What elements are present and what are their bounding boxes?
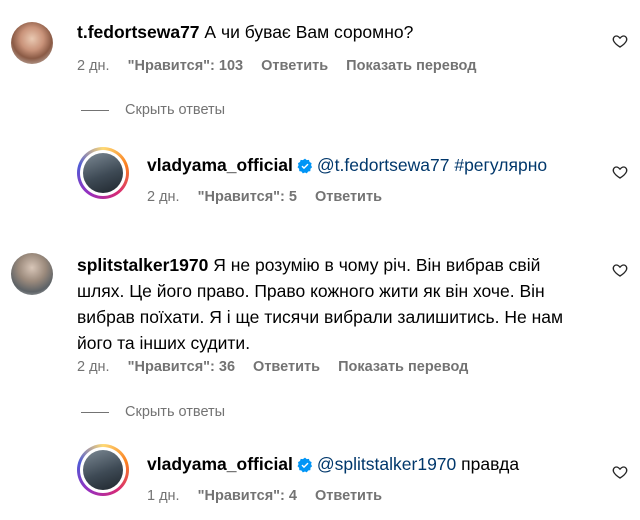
heart-icon[interactable] [612,464,628,480]
comment-time: 2 дн. [77,58,110,74]
heart-icon[interactable] [612,33,628,49]
hide-replies-label[interactable]: Скрыть ответы [125,404,225,420]
comment-time: 2 дн. [77,359,110,375]
comment-1: t.fedortsewa77 А чи буває Вам соромно? 2… [0,0,640,90]
likes-count[interactable]: "Нравится": 5 [198,189,297,205]
avatar[interactable] [77,444,129,496]
divider [81,109,109,111]
comment-body: t.fedortsewa77 А чи буває Вам соромно? [77,19,413,45]
reply-text: правда [461,454,520,474]
translate-button[interactable]: Показать перевод [338,359,468,375]
reply-1: vladyama_official @t.fedortsewa77 #регуля… [0,140,640,220]
likes-count[interactable]: "Нравится": 103 [128,58,243,74]
reply-mention[interactable]: @t.fedortsewa77 [317,155,450,175]
reply-username[interactable]: vladyama_official [147,155,293,175]
reply-body: vladyama_official @splitstalker1970 правд… [147,451,519,477]
avatar[interactable] [11,22,53,64]
reply-body: vladyama_official @t.fedortsewa77 #регуля… [147,152,547,178]
verified-badge-icon [297,158,312,174]
reply-time: 2 дн. [147,189,180,205]
comment-text-line: Я не розумію в чому річ. Він вибрав свій [213,255,541,275]
comment-meta: 2 дн. "Нравится": 103 Ответить Показать … [77,58,490,74]
hide-replies-button[interactable]: Скрыть ответы [81,102,225,118]
hide-replies-label[interactable]: Скрыть ответы [125,102,225,118]
reply-meta: 2 дн. "Нравится": 5 Ответить [147,189,396,205]
verified-badge-icon [297,457,312,473]
comment-text-line: вибрав поїхати. Я і ще тисячи вибрали за… [77,307,564,327]
avatar[interactable] [77,147,129,199]
comment-meta: 2 дн. "Нравится": 36 Ответить Показать п… [77,359,482,375]
comment-body: splitstalker1970 Я не розумію в чому річ… [77,252,577,356]
comment-2: splitstalker1970 Я не розумію в чому річ… [0,240,640,390]
reply-button[interactable]: Ответить [315,488,382,504]
reply-mention[interactable]: @splitstalker1970 [317,454,456,474]
reply-meta: 1 дн. "Нравится": 4 Ответить [147,488,396,504]
avatar[interactable] [11,253,53,295]
hide-replies-button[interactable]: Скрыть ответы [81,404,225,420]
divider [81,411,109,413]
reply-button[interactable]: Ответить [315,189,382,205]
reply-button[interactable]: Ответить [253,359,320,375]
reply-text[interactable]: #регулярно [454,155,547,175]
reply-time: 1 дн. [147,488,180,504]
comment-username[interactable]: splitstalker1970 [77,255,208,275]
heart-icon[interactable] [612,164,628,180]
likes-count[interactable]: "Нравится": 36 [128,359,235,375]
reply-username[interactable]: vladyama_official [147,454,293,474]
comment-username[interactable]: t.fedortsewa77 [77,22,200,42]
heart-icon[interactable] [612,262,628,278]
translate-button[interactable]: Показать перевод [346,58,476,74]
likes-count[interactable]: "Нравится": 4 [198,488,297,504]
reply-2: vladyama_official @splitstalker1970 правд… [0,440,640,520]
comment-text: А чи буває Вам соромно? [204,22,414,42]
comment-text-line: шлях. Це його право. Право кожного жити … [77,281,545,301]
reply-button[interactable]: Ответить [261,58,328,74]
comment-text-line: його та інших судити. [77,333,251,353]
